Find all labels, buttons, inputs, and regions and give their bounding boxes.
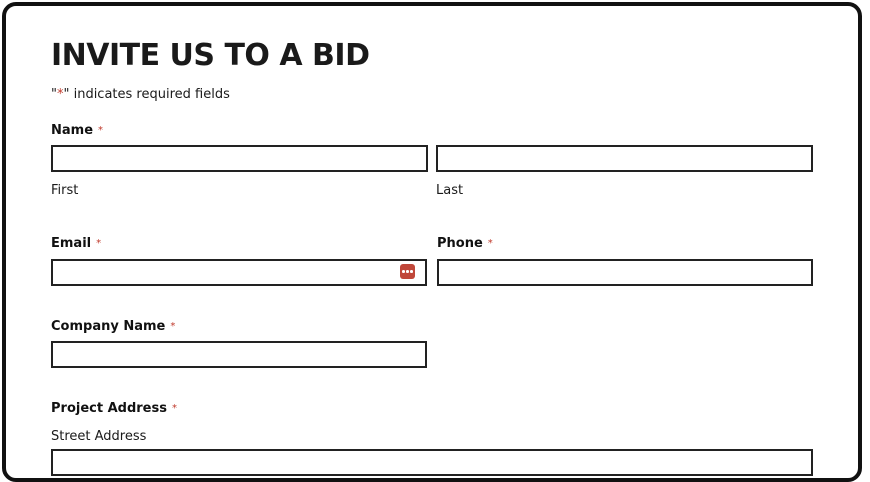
project-address-label: Project Address * <box>51 400 177 418</box>
company-name-input[interactable] <box>51 341 427 368</box>
required-fields-note: "*" indicates required fields <box>51 86 230 104</box>
form-title: INVITE US TO A BID <box>51 38 370 73</box>
required-note-text: " indicates required fields <box>63 87 230 102</box>
company-name-label-text: Company Name <box>51 319 166 334</box>
address-required-star: * <box>171 403 177 414</box>
email-label: Email * <box>51 235 101 253</box>
name-label: Name * <box>51 122 103 140</box>
password-manager-icon[interactable] <box>400 264 415 279</box>
company-required-star: * <box>170 321 176 332</box>
phone-label-text: Phone <box>437 236 483 251</box>
first-name-input[interactable] <box>51 145 428 172</box>
project-address-label-text: Project Address <box>51 401 167 416</box>
phone-input[interactable] <box>437 259 813 286</box>
street-address-input[interactable] <box>51 449 813 476</box>
first-name-sublabel: First <box>51 183 79 198</box>
last-name-sublabel: Last <box>436 183 464 198</box>
street-address-sublabel: Street Address <box>51 429 147 444</box>
phone-label: Phone * <box>437 235 493 253</box>
email-input[interactable] <box>51 259 427 286</box>
phone-required-star: * <box>487 238 493 249</box>
email-required-star: * <box>96 238 102 249</box>
email-label-text: Email <box>51 236 92 251</box>
name-required-star: * <box>98 125 104 136</box>
company-name-label: Company Name * <box>51 318 175 336</box>
name-label-text: Name <box>51 123 94 138</box>
last-name-input[interactable] <box>436 145 813 172</box>
